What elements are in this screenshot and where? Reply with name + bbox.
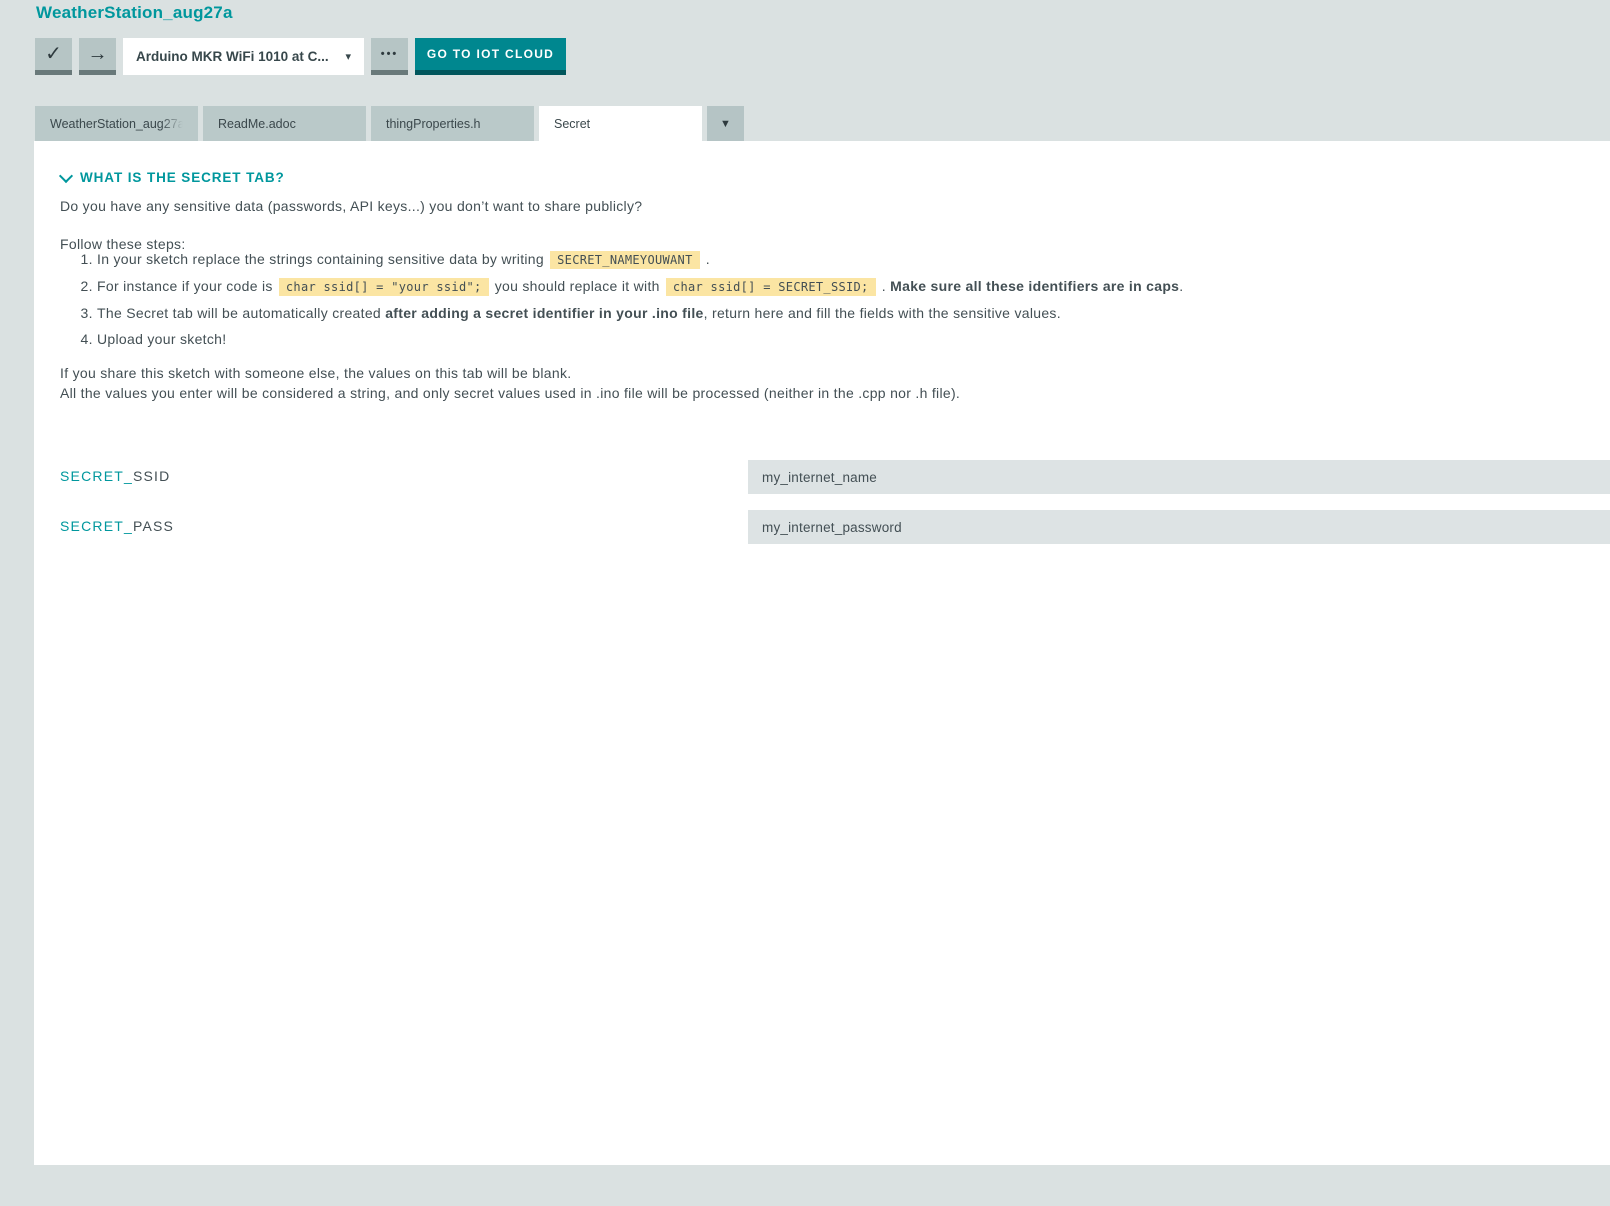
code-highlight: char ssid[] = SECRET_SSID; (666, 278, 876, 296)
upload-button[interactable]: → (79, 38, 116, 75)
more-options-button[interactable]: ••• (371, 38, 408, 75)
label-prefix: SECRET_ (60, 468, 133, 484)
secret-ssid-input[interactable] (748, 460, 1610, 494)
chevron-down-icon: ▾ (345, 50, 351, 63)
heading-text: WHAT IS THE SECRET TAB? (80, 170, 285, 185)
step-text: . (702, 251, 710, 267)
tab-label: ReadMe.adoc (218, 117, 296, 131)
steps-list: In your sketch replace the strings conta… (60, 248, 1183, 354)
step-item: The Secret tab will be automatically cre… (97, 302, 1183, 325)
step-text: . (878, 278, 891, 294)
secret-tab-panel: WHAT IS THE SECRET TAB? Do you have any … (34, 141, 1610, 1165)
step-text: In your sketch replace the strings conta… (97, 251, 548, 267)
tab-label: Secret (554, 117, 590, 131)
step-item: In your sketch replace the strings conta… (97, 248, 1183, 272)
chevron-down-icon (59, 168, 73, 182)
verify-button[interactable]: ✓ (35, 38, 72, 75)
ellipsis-icon: ••• (381, 49, 399, 60)
arduino-web-editor: { "page": { "title": "WeatherStation_aug… (0, 0, 1610, 1206)
secret-pass-label: SECRET_PASS (60, 518, 174, 534)
step-text: Upload your sketch! (97, 331, 226, 347)
label-suffix: SSID (133, 468, 170, 484)
file-tab-bar: WeatherStation_aug27a. ReadMe.adoc thing… (35, 106, 744, 141)
tab-sketch-ino[interactable]: WeatherStation_aug27a. (35, 106, 198, 141)
secret-pass-input[interactable] (748, 510, 1610, 544)
step-text: For instance if your code is (97, 278, 277, 294)
code-highlight: char ssid[] = "your ssid"; (279, 278, 489, 296)
code-highlight: SECRET_NAMEYOUWANT (550, 251, 699, 269)
sketch-title: WeatherStation_aug27a (36, 3, 233, 23)
checkmark-icon: ✓ (45, 44, 62, 64)
secret-ssid-label: SECRET_SSID (60, 468, 170, 484)
step-item: For instance if your code is char ssid[]… (97, 275, 1183, 299)
string-note: All the values you enter will be conside… (60, 384, 960, 404)
tab-label: WeatherStation_aug27a. (50, 117, 183, 131)
tab-overflow-button[interactable]: ▼ (707, 106, 744, 141)
board-selector-value: Arduino MKR WiFi 1010 at C... (136, 49, 329, 64)
toolbar: ✓ → Arduino MKR WiFi 1010 at C... ▾ ••• … (35, 38, 566, 75)
step-text: you should replace it with (491, 278, 664, 294)
tab-readme-adoc[interactable]: ReadMe.adoc (203, 106, 366, 141)
tab-label: thingProperties.h (386, 117, 481, 131)
secret-info-heading[interactable]: WHAT IS THE SECRET TAB? (61, 170, 285, 185)
board-selector-dropdown[interactable]: Arduino MKR WiFi 1010 at C... ▾ (123, 38, 364, 75)
caret-down-icon: ▼ (720, 118, 731, 130)
step-text: The Secret tab will be automatically cre… (97, 305, 385, 321)
go-to-iot-cloud-button[interactable]: GO TO IOT CLOUD (415, 38, 566, 75)
step-item: Upload your sketch! (97, 328, 1183, 351)
share-note: If you share this sketch with someone el… (60, 364, 960, 384)
tab-secret[interactable]: Secret (539, 106, 702, 141)
tab-thingproperties-h[interactable]: thingProperties.h (371, 106, 534, 141)
notes-block: If you share this sketch with someone el… (60, 364, 960, 403)
step-text: . (1179, 278, 1183, 294)
step-bold-text: after adding a secret identifier in your… (385, 305, 703, 321)
intro-paragraph: Do you have any sensitive data (password… (60, 198, 642, 214)
step-bold-text: Make sure all these identifiers are in c… (890, 278, 1179, 294)
step-text: , return here and fill the fields with t… (704, 305, 1061, 321)
label-suffix: PASS (133, 518, 174, 534)
label-prefix: SECRET_ (60, 518, 133, 534)
arrow-right-icon: → (88, 44, 108, 64)
